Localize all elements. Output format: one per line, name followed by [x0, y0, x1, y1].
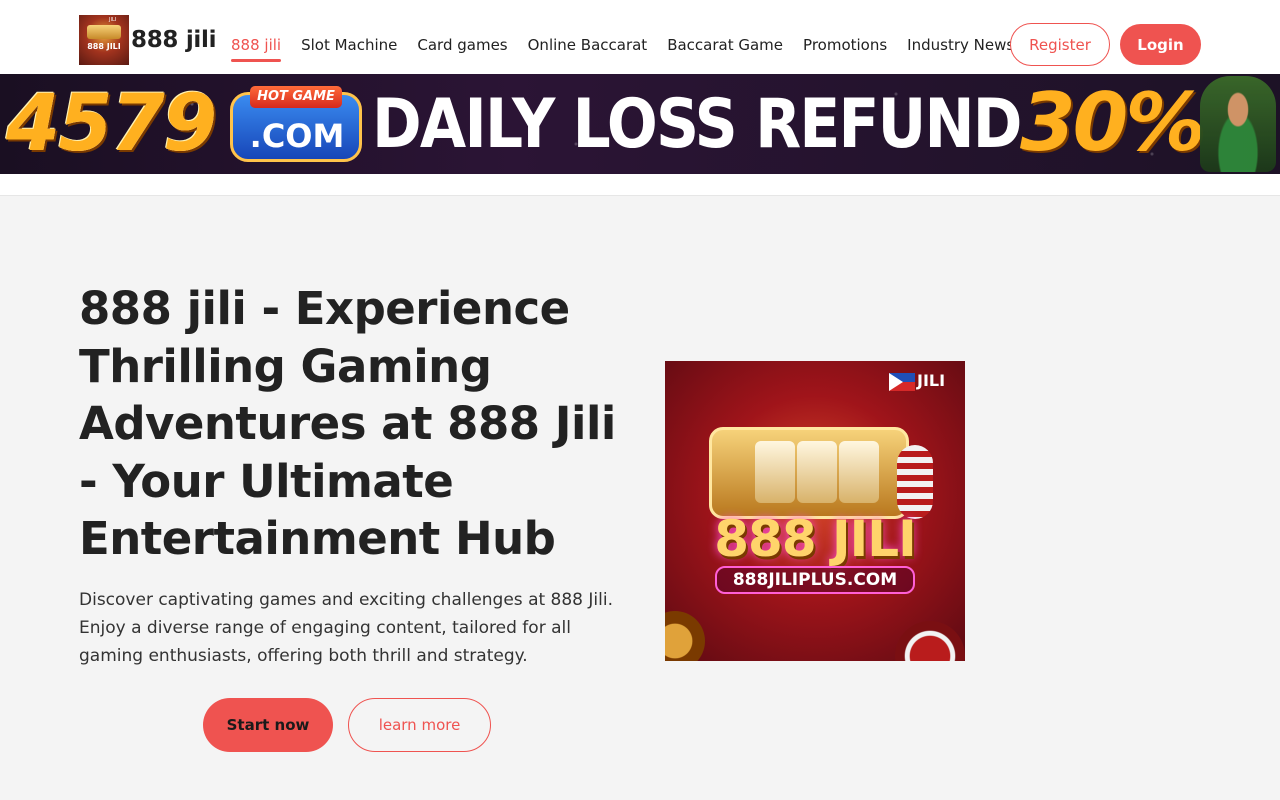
logo-image-text: 888 JILI — [87, 42, 121, 51]
start-now-button[interactable]: Start now — [203, 698, 333, 752]
logo-text[interactable]: 888 jili — [131, 27, 216, 53]
logo-image-small-text: JILI — [109, 17, 117, 23]
nav-item-slot-machine[interactable]: Slot Machine — [301, 36, 397, 54]
register-button[interactable]: Register — [1010, 23, 1110, 66]
hero-image-brand: JILI — [917, 371, 946, 390]
slot-reel — [755, 441, 795, 503]
banner-com: .COM — [249, 117, 345, 155]
nav-item-industry-news[interactable]: Industry News — [907, 36, 1014, 54]
nav-item-promotions[interactable]: Promotions — [803, 36, 887, 54]
nav-item-baccarat-game[interactable]: Baccarat Game — [667, 36, 783, 54]
hero-image-big-text: 888 JILI — [714, 510, 916, 568]
hero-image: JILI 888 JILI 888JILIPLUS.COM — [665, 361, 965, 661]
slot-reels-graphic — [87, 25, 121, 39]
nav-item-888-jili[interactable]: 888 jili — [231, 36, 282, 62]
hero-title: 888 jili - Experience Thrilling Gaming A… — [79, 282, 616, 565]
philippines-flag-icon — [889, 373, 915, 391]
nav-item-online-baccarat[interactable]: Online Baccarat — [528, 36, 648, 54]
nav-item-card-games[interactable]: Card games — [417, 36, 507, 54]
banner-character-image — [1200, 76, 1276, 172]
logo[interactable]: JILI 888 JILI 888 jili — [79, 15, 216, 65]
site-header: JILI 888 JILI 888 jili 888 jili Slot Mac… — [0, 0, 1280, 74]
casino-chips-graphic — [897, 445, 933, 519]
banner-headline: DAILY LOSS REFUND — [372, 85, 1022, 164]
promo-banner[interactable]: 4579 HOT GAME .COM DAILY LOSS REFUND 30% — [0, 74, 1280, 174]
banner-number: 4579 — [6, 79, 217, 169]
banner-percent: 30% — [1020, 76, 1205, 169]
casino-chip-graphic — [895, 621, 965, 661]
slot-reel — [797, 441, 837, 503]
main-nav: 888 jili Slot Machine Card games Online … — [231, 36, 1034, 62]
slot-reel — [839, 441, 879, 503]
hero-image-url: 888JILIPLUS.COM — [715, 566, 915, 594]
login-button[interactable]: Login — [1120, 24, 1201, 65]
banner-bottom-strip — [0, 174, 1280, 196]
hero-description: Discover captivating games and exciting … — [79, 590, 613, 666]
learn-more-button[interactable]: learn more — [348, 698, 491, 752]
casino-chip-graphic — [665, 611, 705, 661]
logo-image: JILI 888 JILI — [79, 15, 129, 65]
banner-hot-game: HOT GAME — [250, 86, 342, 108]
